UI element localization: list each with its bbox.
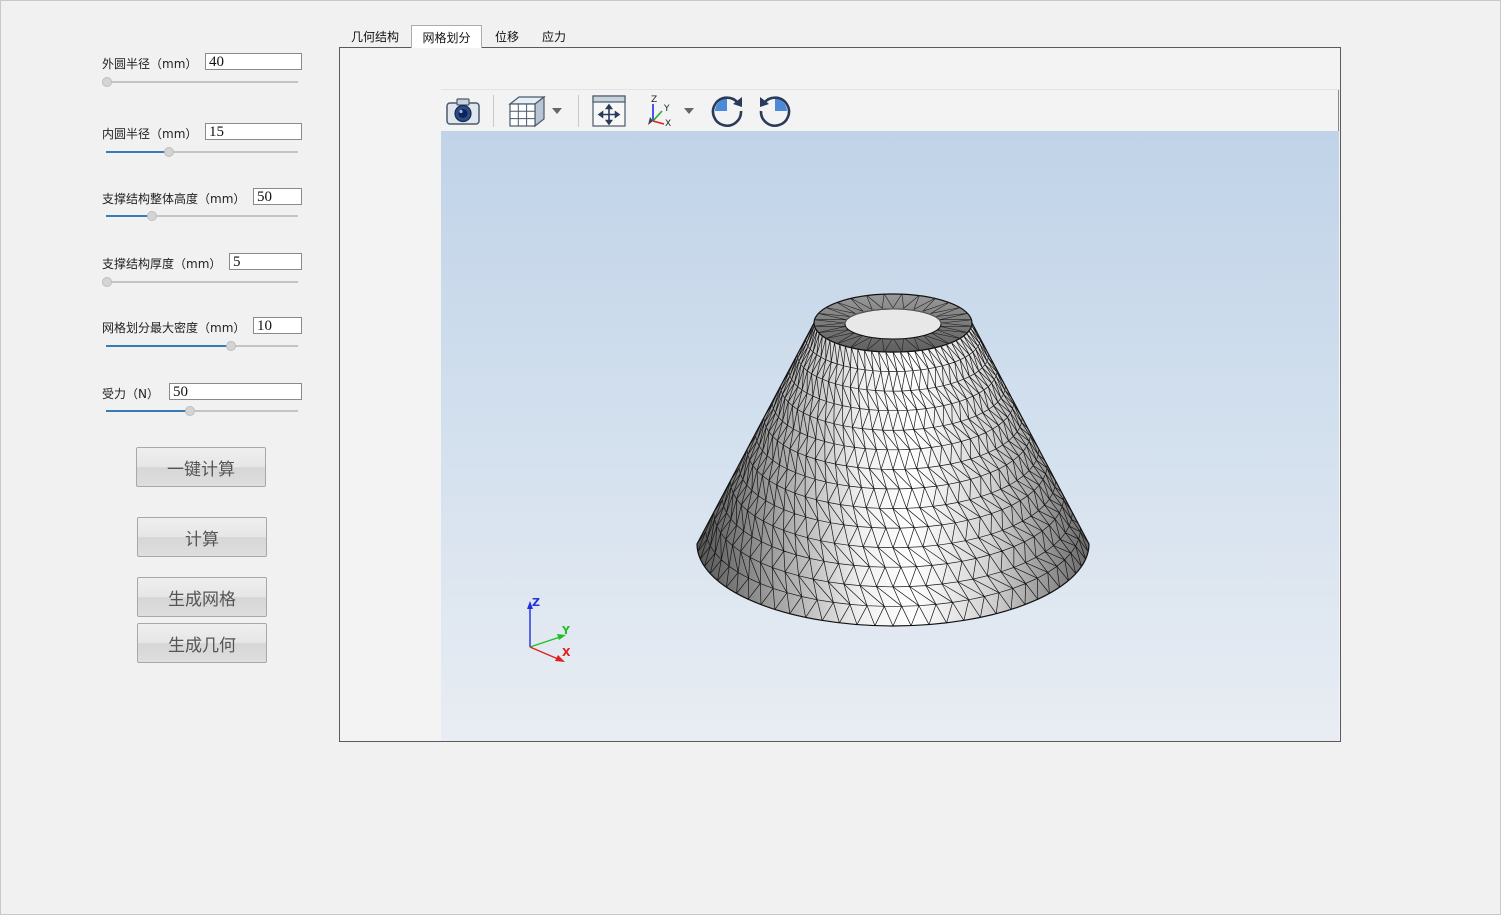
x-axis-label: X xyxy=(562,646,571,659)
tab-meshing[interactable]: 网格划分 xyxy=(411,25,482,48)
thickness-input[interactable]: 5 xyxy=(229,253,302,270)
mesh-density-slider[interactable] xyxy=(106,340,298,352)
outer-radius-input[interactable]: 40 xyxy=(205,53,302,70)
svg-text:Z: Z xyxy=(651,95,657,105)
mesh-view-dropdown-chevron-icon[interactable] xyxy=(549,93,565,129)
viewer-toolbar: Z Y X xyxy=(441,89,1339,132)
force-label: 受力（N） xyxy=(102,387,159,401)
tab-stress[interactable]: 应力 xyxy=(533,25,575,47)
slider-thumb[interactable] xyxy=(102,77,112,87)
thickness-label: 支撑结构厚度（mm） xyxy=(102,257,222,271)
total-height-label: 支撑结构整体高度（mm） xyxy=(102,192,246,206)
axes-orientation-icon[interactable]: Z Y X xyxy=(641,93,677,129)
axes-dropdown-chevron-icon[interactable] xyxy=(681,93,697,129)
slider-thumb[interactable] xyxy=(147,211,158,221)
fit-view-icon[interactable] xyxy=(589,93,629,129)
slider-thumb[interactable] xyxy=(185,406,196,416)
outer-radius-slider[interactable] xyxy=(102,76,298,88)
svg-text:Y: Y xyxy=(663,104,670,114)
inner-radius-slider[interactable] xyxy=(106,146,298,158)
slider-thumb[interactable] xyxy=(102,277,112,287)
slider-thumb[interactable] xyxy=(164,147,175,157)
tab-geometry[interactable]: 几何结构 xyxy=(342,25,408,47)
thickness-slider[interactable] xyxy=(102,276,298,288)
generate-geometry-button[interactable]: 生成几何 xyxy=(137,623,267,663)
mesh-view-cube-icon[interactable] xyxy=(505,93,547,129)
camera-icon[interactable] xyxy=(443,93,483,129)
total-height-input[interactable]: 50 xyxy=(253,188,302,205)
inner-radius-label: 内圆半径（mm） xyxy=(102,127,198,141)
svg-text:X: X xyxy=(665,119,671,129)
x-axis-line xyxy=(529,646,559,660)
axis-triad: Z Y X xyxy=(527,596,571,662)
y-axis-label: Y xyxy=(561,624,571,637)
total-height-slider[interactable] xyxy=(106,210,298,222)
rotate-counterclockwise-icon[interactable] xyxy=(755,93,795,129)
outer-radius-label: 外圆半径（mm） xyxy=(102,57,198,71)
force-input[interactable]: 50 xyxy=(169,383,302,400)
mesh-density-label: 网格划分最大密度（mm） xyxy=(102,321,246,335)
tab-displacement[interactable]: 位移 xyxy=(486,25,528,47)
y-axis-line xyxy=(529,636,561,648)
force-slider[interactable] xyxy=(106,405,298,417)
mesh-density-input[interactable]: 10 xyxy=(253,317,302,334)
slider-thumb[interactable] xyxy=(225,341,236,351)
one-click-compute-button[interactable]: 一键计算 xyxy=(136,447,266,487)
inner-radius-input[interactable]: 15 xyxy=(205,123,302,140)
rotate-clockwise-icon[interactable] xyxy=(707,93,747,129)
generate-mesh-button[interactable]: 生成网格 xyxy=(137,577,267,617)
z-axis-label: Z xyxy=(532,596,540,609)
compute-button[interactable]: 计算 xyxy=(137,517,267,557)
